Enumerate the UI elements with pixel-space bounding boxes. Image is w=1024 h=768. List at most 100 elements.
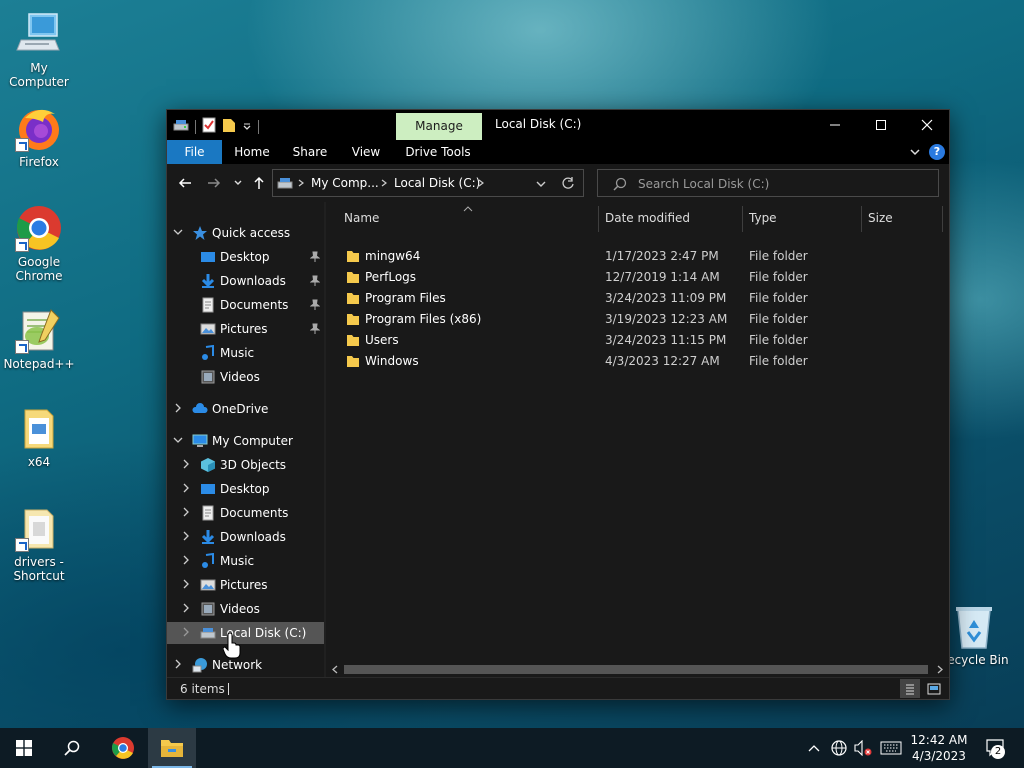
nav-mc-music[interactable]: Music [167, 550, 324, 572]
tab-share[interactable]: Share [285, 140, 335, 164]
up-button[interactable] [250, 174, 268, 192]
refresh-icon[interactable] [561, 176, 575, 193]
address-dropdown-chevron-icon[interactable] [535, 178, 547, 192]
volume-tray-button[interactable] [852, 728, 874, 768]
customize-toolbar-chevron-icon[interactable] [242, 120, 252, 134]
details-view-button[interactable] [900, 679, 920, 698]
nav-mc-downloads[interactable]: Downloads [167, 526, 324, 548]
chevron-right-icon[interactable] [173, 659, 183, 669]
scroll-right-arrow-icon[interactable] [936, 665, 944, 674]
maximize-button[interactable] [858, 110, 904, 140]
nav-local-disk[interactable]: Local Disk (C:) [167, 622, 324, 644]
desktop-icon-drivers-shortcut[interactable]: drivers - Shortcut [1, 504, 77, 583]
column-header-type[interactable]: Type [749, 202, 777, 234]
large-icons-view-button[interactable] [924, 679, 944, 698]
nav-mc-documents[interactable]: Documents [167, 502, 324, 524]
desktop-icon-firefox[interactable]: Firefox [1, 104, 77, 169]
chevron-right-icon[interactable] [181, 627, 191, 637]
nav-my-computer[interactable]: My Computer [167, 430, 324, 452]
chevron-right-icon[interactable] [297, 177, 305, 191]
chevron-right-icon[interactable] [173, 403, 183, 413]
start-button[interactable] [0, 728, 48, 768]
desktop-icon-notepadpp[interactable]: Notepad++ [1, 306, 77, 371]
chevron-down-icon[interactable] [173, 435, 183, 445]
taskbar-file-explorer[interactable] [148, 728, 196, 768]
keyboard-tray-button[interactable] [878, 728, 904, 768]
column-header-name[interactable]: Name [344, 202, 379, 234]
breadcrumb-local-disk[interactable]: Local Disk (C:) [394, 176, 480, 190]
file-row[interactable]: Users 3/24/2023 11:15 PM File folder [334, 330, 934, 351]
tab-drive-tools[interactable]: Drive Tools [399, 140, 477, 164]
chevron-right-icon[interactable] [181, 531, 191, 541]
desktop-icon-x64[interactable]: x64 [1, 404, 77, 469]
chevron-right-icon[interactable] [181, 459, 191, 469]
pin-icon[interactable] [310, 323, 320, 335]
chevron-right-icon[interactable] [380, 177, 388, 191]
chevron-right-icon[interactable] [181, 579, 191, 589]
taskbar-clock[interactable]: 12:42 AM 4/3/2023 [906, 732, 972, 764]
search-input[interactable]: Search Local Disk (C:) [597, 169, 939, 197]
chevron-right-icon[interactable] [181, 483, 191, 493]
minimize-button[interactable] [812, 110, 858, 140]
nav-network[interactable]: Network [167, 654, 324, 676]
ribbon-right-controls: ? [909, 144, 945, 160]
taskbar-search-button[interactable] [48, 728, 96, 768]
nav-onedrive[interactable]: OneDrive [167, 398, 324, 420]
address-bar[interactable]: My Comp... Local Disk (C:) [272, 169, 584, 197]
properties-icon[interactable] [202, 117, 216, 136]
manage-tab[interactable]: Manage [396, 113, 482, 140]
nav-qa-desktop[interactable]: Desktop [167, 246, 324, 268]
column-divider[interactable] [742, 206, 743, 232]
file-row[interactable]: PerfLogs 12/7/2019 1:14 AM File folder [334, 267, 934, 288]
column-divider[interactable] [861, 206, 862, 232]
chevron-right-icon[interactable] [181, 507, 191, 517]
chevron-right-icon[interactable] [477, 177, 485, 191]
nav-mc-desktop[interactable]: Desktop [167, 478, 324, 500]
scrollbar-thumb[interactable] [344, 665, 928, 674]
network-tray-button[interactable] [828, 728, 850, 768]
file-row[interactable]: mingw64 1/17/2023 2:47 PM File folder [334, 246, 934, 267]
nav-quick-access[interactable]: Quick access [167, 222, 324, 244]
recent-locations-button[interactable] [229, 174, 247, 192]
file-row[interactable]: Program Files (x86) 3/19/2023 12:23 AM F… [334, 309, 934, 330]
desktop-icon-chrome[interactable]: Google Chrome [1, 204, 77, 283]
pin-icon[interactable] [310, 251, 320, 263]
taskbar-chrome[interactable] [99, 728, 147, 768]
column-header-size[interactable]: Size [868, 202, 893, 234]
help-button[interactable]: ? [929, 144, 945, 160]
column-header-date[interactable]: Date modified [605, 202, 690, 234]
chevron-right-icon[interactable] [181, 555, 191, 565]
file-row[interactable]: Windows 4/3/2023 12:27 AM File folder [334, 351, 934, 372]
nav-qa-videos[interactable]: Videos [167, 366, 324, 388]
tab-file[interactable]: File [167, 140, 222, 164]
nav-mc-pictures[interactable]: Pictures [167, 574, 324, 596]
horizontal-scrollbar[interactable] [326, 661, 949, 677]
tab-view[interactable]: View [342, 140, 390, 164]
show-hidden-icons-button[interactable] [804, 728, 824, 768]
new-folder-icon[interactable] [222, 117, 236, 136]
desktop-icon-my-computer[interactable]: My Computer [1, 10, 77, 89]
nav-3d-objects[interactable]: 3D Objects [167, 454, 324, 476]
expand-ribbon-chevron-icon[interactable] [909, 146, 921, 158]
breadcrumb-my-computer[interactable]: My Comp... [311, 176, 379, 190]
column-divider[interactable] [942, 206, 943, 232]
back-button[interactable] [176, 174, 194, 192]
nav-qa-downloads[interactable]: Downloads [167, 270, 324, 292]
file-name: PerfLogs [365, 270, 417, 284]
tab-home[interactable]: Home [227, 140, 277, 164]
title-bar[interactable]: Manage Local Disk (C:) [167, 110, 949, 140]
column-divider[interactable] [598, 206, 599, 232]
pin-icon[interactable] [310, 275, 320, 287]
file-row[interactable]: Program Files 3/24/2023 11:09 PM File fo… [334, 288, 934, 309]
nav-qa-music[interactable]: Music [167, 342, 324, 364]
forward-button[interactable] [205, 174, 223, 192]
nav-mc-videos[interactable]: Videos [167, 598, 324, 620]
chevron-down-icon[interactable] [173, 227, 183, 237]
nav-qa-documents[interactable]: Documents [167, 294, 324, 316]
action-center-button[interactable]: 2 [978, 728, 1014, 768]
close-button[interactable] [904, 110, 950, 140]
chevron-right-icon[interactable] [181, 603, 191, 613]
nav-qa-pictures[interactable]: Pictures [167, 318, 324, 340]
scroll-left-arrow-icon[interactable] [331, 665, 339, 674]
pin-icon[interactable] [310, 299, 320, 311]
